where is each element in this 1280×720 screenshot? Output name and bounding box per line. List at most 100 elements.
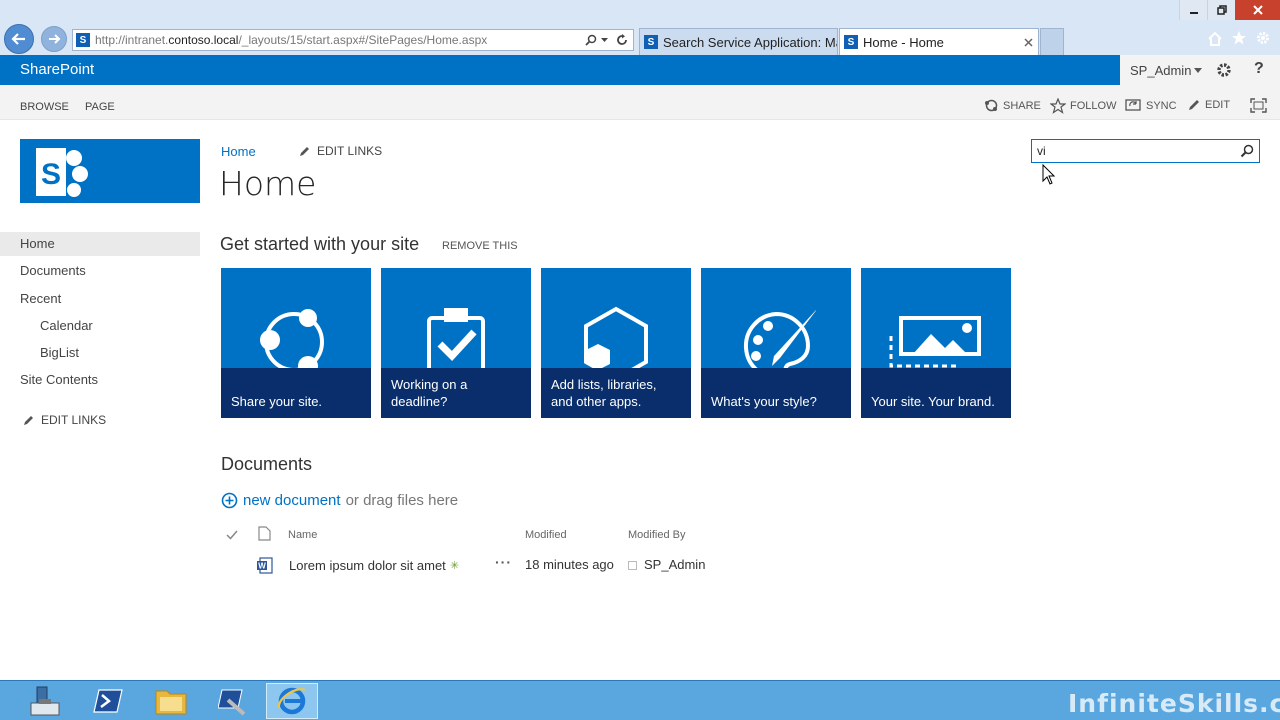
back-button[interactable] [4,24,34,54]
tab-home[interactable]: S Home - Home [839,28,1039,55]
page-title: Home [219,164,317,203]
home-icon[interactable] [1207,31,1223,47]
quick-launch-recent[interactable]: Recent [0,287,200,311]
quick-launch-documents[interactable]: Documents [0,259,200,283]
quick-launch-home[interactable]: Home [0,232,200,256]
taskbar-file-explorer[interactable] [145,683,197,719]
tile-caption: Your site. Your brand. [861,368,1011,418]
search-icon[interactable] [1240,144,1254,158]
dropdown-arrow-icon[interactable] [601,38,609,44]
quick-launch-biglist[interactable]: BigList [0,341,200,365]
edit-links-left[interactable]: EDIT LINKS [22,413,106,427]
svg-text:W: W [258,562,266,571]
search-box[interactable]: vi [1031,139,1260,163]
pencil-icon [300,146,309,156]
user-menu[interactable]: SP_Admin [1130,63,1203,78]
follow-label: FOLLOW [1070,100,1117,112]
taskbar-powershell[interactable] [82,683,134,719]
watermark: InfiniteSkills.com [1068,689,1280,718]
pencil-icon [1189,100,1199,110]
tab-label: Search Service Application: Ma... [663,34,838,50]
close-window-button[interactable] [1235,0,1280,20]
server-manager-icon [30,686,60,716]
tile-brand[interactable]: Your site. Your brand. [861,268,1011,418]
star-outline-icon [1050,98,1066,114]
refresh-icon[interactable] [615,33,629,47]
quick-launch-calendar[interactable]: Calendar [0,314,200,338]
table-row: W Lorem ipsum dolor sit amet ✳ ··· 18 mi… [220,553,720,579]
management-shell-icon [218,689,246,716]
breadcrumb-home-link[interactable]: Home [221,144,256,159]
mouse-cursor-icon [1042,164,1056,185]
sync-label: SYNC [1146,99,1177,112]
favorites-star-icon[interactable] [1231,30,1247,46]
new-item-icon: ✳ [450,559,460,572]
edit-links-top[interactable]: EDIT LINKS [298,144,382,158]
chevron-down-icon [1194,67,1203,73]
focus-on-content-icon[interactable] [1250,98,1267,113]
follow-button[interactable]: FOLLOW [1050,98,1116,114]
tab-page[interactable]: PAGE [85,101,115,113]
internet-explorer-icon [277,687,306,715]
new-document-link[interactable]: new document [243,492,341,509]
edit-button[interactable]: EDIT [1187,98,1230,112]
svg-text:S: S [41,158,61,191]
forward-button[interactable] [41,26,67,52]
help-icon[interactable]: ? [1254,60,1264,78]
minimize-button[interactable] [1179,0,1207,20]
tile-style[interactable]: What's your style? [701,268,851,418]
quick-launch-site-contents[interactable]: Site Contents [0,368,200,392]
search-input[interactable]: vi [1037,144,1046,158]
tab-search-service[interactable]: S Search Service Application: Ma... [639,28,838,55]
column-header-modified[interactable]: Modified [525,529,567,541]
sync-button[interactable]: SYNC [1125,98,1177,113]
restore-button[interactable] [1207,0,1235,20]
close-tab-icon[interactable] [1024,38,1033,47]
sharepoint-favicon-icon: S [844,35,858,49]
add-circle-icon[interactable] [221,492,238,509]
tile-share-site[interactable]: Share your site. [221,268,371,418]
sharepoint-favicon-icon: S [644,35,658,49]
tile-caption: Share your site. [221,368,371,418]
share-icon [985,99,998,112]
taskbar-internet-explorer[interactable] [266,683,318,719]
get-started-heading: Get started with your site [220,234,420,254]
tools-gear-icon[interactable] [1255,30,1271,46]
document-modified-by[interactable]: SP_Admin [644,557,705,572]
tab-browse[interactable]: BROWSE [20,101,69,113]
column-header-name[interactable]: Name [288,529,317,541]
word-document-icon: W [257,557,273,574]
sharepoint-brand[interactable]: SharePoint [20,61,94,78]
address-bar[interactable]: S http://intranet.contoso.local/_layouts… [72,29,634,51]
search-icon[interactable] [585,34,597,46]
sync-icon [1125,99,1141,111]
tile-add-apps[interactable]: Add lists, libraries, and other apps. [541,268,691,418]
site-logo[interactable]: S [20,139,200,203]
more-options-icon[interactable]: ··· [495,554,512,570]
document-name-link[interactable]: Lorem ipsum dolor sit amet [289,558,446,573]
remove-this-link[interactable]: REMOVE THIS [442,240,518,252]
powershell-icon [93,689,123,713]
pencil-icon [24,415,33,425]
taskbar-management-shell[interactable] [207,683,259,719]
tab-label: Home - Home [863,34,944,50]
settings-gear-icon[interactable] [1216,62,1232,78]
tile-deadline[interactable]: Working on a deadline? [381,268,531,418]
drag-files-text: or drag files here [345,492,459,509]
new-tab-button[interactable] [1040,28,1064,55]
presence-indicator [628,561,637,570]
document-modified: 18 minutes ago [525,557,614,572]
checkmark-icon[interactable] [226,530,238,540]
edit-links-label: EDIT LINKS [317,144,383,158]
sharepoint-logo-icon: S [36,148,88,197]
tile-caption: Working on a deadline? [381,368,531,418]
column-header-modified-by[interactable]: Modified By [628,529,685,541]
window-controls [1179,0,1280,20]
edit-label: EDIT [1205,99,1231,111]
documents-heading[interactable]: Documents [221,454,312,475]
suite-bar [0,55,1280,85]
tile-caption: Add lists, libraries, and other apps. [541,368,691,418]
share-button[interactable]: SHARE [984,98,1041,113]
tile-caption: What's your style? [701,368,851,418]
taskbar-server-manager[interactable] [18,683,70,719]
